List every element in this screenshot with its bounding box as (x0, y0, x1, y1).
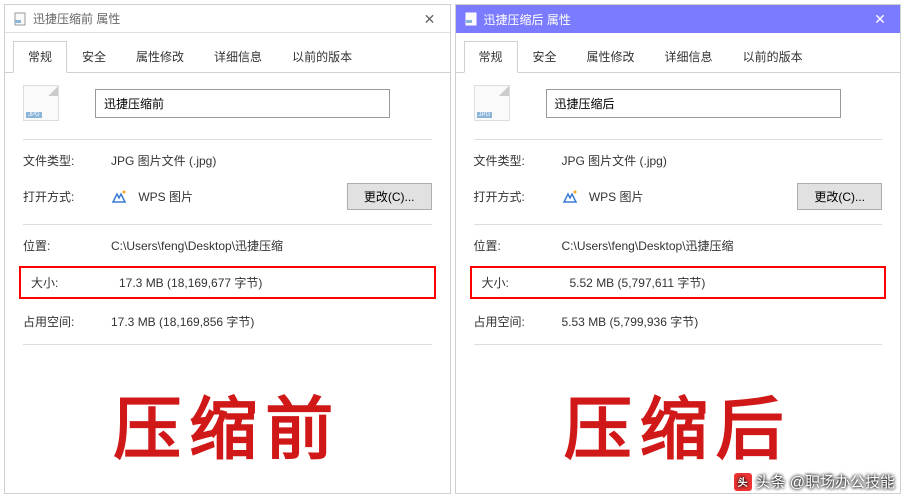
filename-input[interactable]: 迅捷压缩前 (95, 89, 390, 118)
disk-size-value: 17.3 MB (18,169,856 字节) (111, 313, 432, 330)
divider (474, 139, 883, 140)
location-value: C:\Users\feng\Desktop\迅捷压缩 (111, 237, 432, 254)
tab-security[interactable]: 安全 (67, 41, 121, 72)
close-button[interactable]: ✕ (860, 5, 900, 33)
tab-general[interactable]: 常规 (13, 41, 67, 73)
divider (23, 344, 432, 345)
open-with-label: 打开方式: (23, 188, 111, 205)
location-label: 位置: (23, 237, 111, 254)
open-with-value: WPS 图片 (111, 188, 347, 206)
titlebar[interactable]: 迅捷压缩前 属性 ✕ (5, 5, 450, 33)
divider (23, 139, 432, 140)
file-icon (464, 12, 478, 26)
wps-icon (111, 189, 127, 205)
size-label: 大小: (482, 274, 570, 291)
size-value: 17.3 MB (18,169,677 字节) (119, 274, 424, 291)
open-with-value: WPS 图片 (562, 188, 798, 206)
tab-bar: 常规 安全 属性修改 详细信息 以前的版本 (456, 33, 901, 73)
annotation-label-before: 压缩前 (113, 374, 341, 473)
divider (474, 344, 883, 345)
file-type-value: JPG 图片文件 (.jpg) (562, 152, 883, 169)
content-area: JPG 迅捷压缩后 文件类型: JPG 图片文件 (.jpg) 打开方式: WP… (456, 73, 901, 493)
tab-property-modify[interactable]: 属性修改 (572, 41, 650, 72)
tab-details[interactable]: 详细信息 (650, 41, 728, 72)
file-type-label: 文件类型: (23, 152, 111, 169)
toutiao-icon: 头 (734, 473, 752, 491)
change-program-button[interactable]: 更改(C)... (797, 183, 882, 210)
file-type-value: JPG 图片文件 (.jpg) (111, 152, 432, 169)
disk-size-value: 5.53 MB (5,799,936 字节) (562, 313, 883, 330)
tab-general[interactable]: 常规 (464, 41, 518, 73)
titlebar[interactable]: 迅捷压缩后 属性 ✕ (456, 5, 901, 33)
open-with-label: 打开方式: (474, 188, 562, 205)
change-program-button[interactable]: 更改(C)... (347, 183, 432, 210)
size-highlight: 大小: 5.52 MB (5,797,611 字节) (470, 266, 887, 299)
size-value: 5.52 MB (5,797,611 字节) (570, 274, 875, 291)
properties-window-after: 迅捷压缩后 属性 ✕ 常规 安全 属性修改 详细信息 以前的版本 JPG 迅捷压… (455, 4, 902, 494)
tab-security[interactable]: 安全 (518, 41, 572, 72)
content-area: JPG 迅捷压缩前 文件类型: JPG 图片文件 (.jpg) 打开方式: WP… (5, 73, 450, 493)
wps-icon (562, 189, 578, 205)
watermark: 头 头条 @职场办公技能 (734, 471, 895, 492)
location-value: C:\Users\feng\Desktop\迅捷压缩 (562, 237, 883, 254)
annotation-label-after: 压缩后 (564, 374, 792, 473)
properties-window-before: 迅捷压缩前 属性 ✕ 常规 安全 属性修改 详细信息 以前的版本 JPG 迅捷压… (4, 4, 451, 494)
close-button[interactable]: ✕ (410, 5, 450, 33)
window-title: 迅捷压缩前 属性 (33, 10, 442, 27)
file-type-icon: JPG (474, 85, 510, 121)
size-label: 大小: (31, 274, 119, 291)
file-type-label: 文件类型: (474, 152, 562, 169)
disk-size-label: 占用空间: (23, 313, 111, 330)
filename-input[interactable]: 迅捷压缩后 (546, 89, 841, 118)
size-highlight: 大小: 17.3 MB (18,169,677 字节) (19, 266, 436, 299)
file-icon (13, 12, 27, 26)
file-type-icon: JPG (23, 85, 59, 121)
location-label: 位置: (474, 237, 562, 254)
tab-previous-versions[interactable]: 以前的版本 (728, 41, 818, 72)
divider (474, 224, 883, 225)
window-title: 迅捷压缩后 属性 (484, 11, 893, 28)
tab-property-modify[interactable]: 属性修改 (121, 41, 199, 72)
disk-size-label: 占用空间: (474, 313, 562, 330)
divider (23, 224, 432, 225)
tab-previous-versions[interactable]: 以前的版本 (277, 41, 367, 72)
tab-details[interactable]: 详细信息 (199, 41, 277, 72)
tab-bar: 常规 安全 属性修改 详细信息 以前的版本 (5, 33, 450, 73)
